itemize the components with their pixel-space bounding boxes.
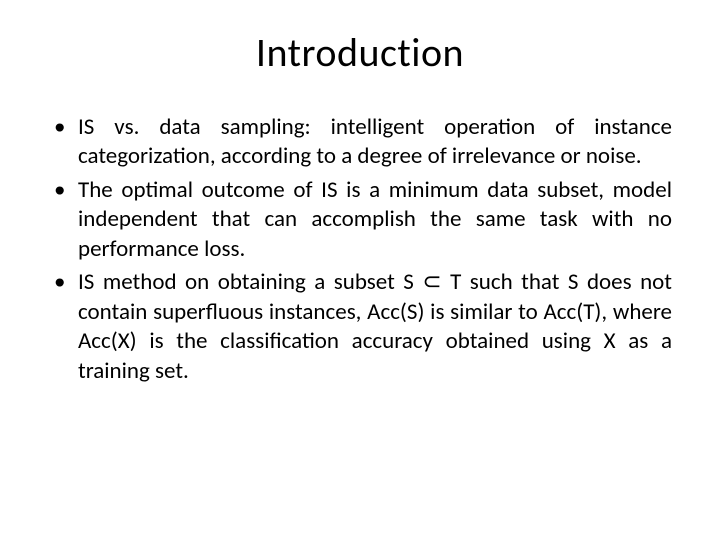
list-item: IS method on obtaining a subset S ⊂ T su…: [48, 268, 672, 386]
slide: Introduction IS vs. data sampling: intel…: [0, 0, 720, 540]
bullet-list: IS vs. data sampling: intelligent operat…: [48, 113, 672, 386]
list-item: The optimal outcome of IS is a minimum d…: [48, 176, 672, 264]
list-item: IS vs. data sampling: intelligent operat…: [48, 113, 672, 172]
slide-title: Introduction: [48, 28, 672, 77]
